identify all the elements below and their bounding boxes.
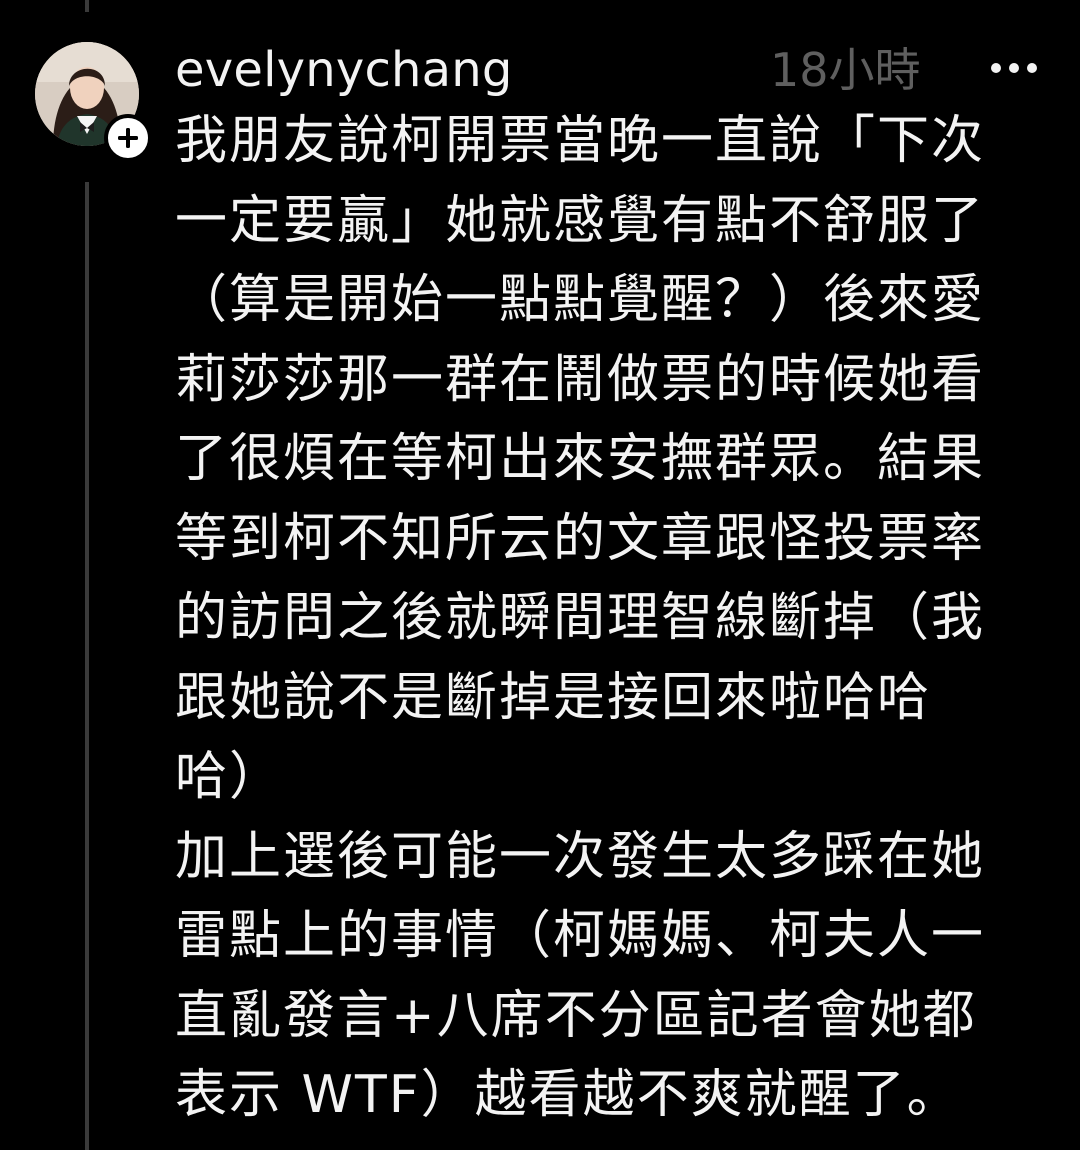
more-horizontal-icon <box>991 63 1037 73</box>
post-text-line: 等到柯不知所云的文章跟怪投票率 <box>175 508 986 569</box>
post-text-line: 雷點上的事情（柯媽媽、柯夫人一 <box>175 906 986 966</box>
post-text-line: 加上選後可能一次發生太多踩在她 <box>175 826 986 887</box>
post-text-line: 跟她說不是斷掉是接回來啦哈哈 <box>175 667 932 728</box>
post-text-line: 的訪問之後就瞬間理智線斷掉（我 <box>175 588 986 648</box>
timestamp: 18小時 <box>770 43 921 97</box>
more-options-button[interactable] <box>980 48 1050 88</box>
plus-icon <box>118 128 138 148</box>
username[interactable]: evelynychang <box>175 40 513 100</box>
thread-line <box>85 182 89 1150</box>
post-text-line: （算是開始一點點覺醒？）後來愛 <box>175 270 986 330</box>
post-text-line: 表示 WTF）越看越不爽就醒了。 <box>175 1065 961 1125</box>
thread-line-top <box>85 0 89 12</box>
post-text-line: 莉莎莎那一群在鬧做票的時候她看 <box>175 349 986 410</box>
post-text-line: 了很煩在等柯出來安撫群眾。結果 <box>175 429 986 489</box>
post-text-line: 哈） <box>175 747 284 807</box>
post-text-line: 一定要贏」她就感覺有點不舒服了 <box>175 190 986 251</box>
post-text-line: 直亂發言+八席不分區記者會她都 <box>175 985 977 1046</box>
follow-button[interactable] <box>104 114 152 162</box>
post-body: 我朋友說柯開票當晚一直說「下次 一定要贏」她就感覺有點不舒服了 （算是開始一點點… <box>175 102 1035 1136</box>
post-text-line: 我朋友說柯開票當晚一直說「下次 <box>175 111 986 171</box>
